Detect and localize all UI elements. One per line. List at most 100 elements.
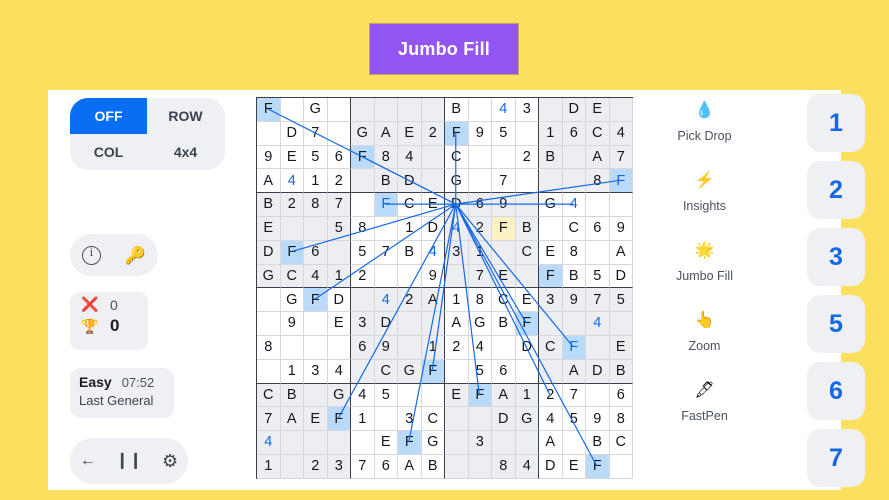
grid-cell-r9c16[interactable]: 5 — [609, 288, 633, 313]
grid-cell-r15c12[interactable] — [515, 431, 539, 455]
grid-cell-r8c10[interactable]: 7 — [468, 264, 492, 289]
grid-cell-r9c3[interactable]: F — [304, 288, 328, 313]
grid-cell-r15c7[interactable]: F — [398, 431, 422, 455]
grid-cell-r8c6[interactable] — [374, 264, 398, 289]
grid-cell-r7c12[interactable]: C — [515, 240, 539, 265]
grid-cell-r1c1[interactable]: F — [257, 98, 281, 122]
grid-cell-r13c5[interactable]: 4 — [351, 383, 375, 408]
grid-cell-r14c14[interactable]: 5 — [562, 407, 586, 432]
grid-cell-r12c2[interactable]: 1 — [280, 359, 304, 384]
grid-cell-r2c11[interactable]: 5 — [492, 121, 516, 146]
grid-cell-r2c10[interactable]: 9 — [468, 121, 492, 146]
grid-cell-r12c7[interactable]: G — [398, 359, 422, 384]
grid-cell-r2c2[interactable]: D — [280, 121, 304, 146]
tool-fastpen[interactable]: 🖋 FastPen — [652, 374, 757, 432]
grid-cell-r5c6[interactable]: F — [374, 193, 398, 217]
grid-cell-r12c9[interactable] — [445, 359, 469, 384]
grid-cell-r7c5[interactable]: 5 — [351, 240, 375, 265]
grid-cell-r7c4[interactable] — [327, 240, 351, 265]
grid-cell-r15c16[interactable]: C — [609, 431, 633, 455]
grid-cell-r16c10[interactable] — [468, 455, 492, 479]
number-button-2[interactable]: 2 — [807, 161, 865, 219]
grid-cell-r16c8[interactable]: B — [421, 455, 445, 479]
grid-cell-r6c2[interactable] — [280, 217, 304, 241]
gear-icon[interactable]: ⚙ — [162, 452, 178, 470]
grid-cell-r16c12[interactable]: 4 — [515, 455, 539, 479]
sudoku-grid-wrapper[interactable]: FGB43DED7GAE2F9516C49E56F84C2BA7A412BDG7… — [256, 97, 633, 479]
grid-cell-r11c1[interactable]: 8 — [257, 336, 281, 360]
grid-cell-r1c6[interactable] — [374, 98, 398, 122]
grid-cell-r16c15[interactable]: F — [586, 455, 610, 479]
grid-cell-r4c5[interactable] — [351, 169, 375, 194]
grid-cell-r9c10[interactable]: 8 — [468, 288, 492, 313]
grid-cell-r13c4[interactable]: G — [327, 383, 351, 408]
grid-cell-r14c9[interactable] — [445, 407, 469, 432]
grid-cell-r8c9[interactable] — [445, 264, 469, 289]
grid-cell-r6c12[interactable]: B — [515, 217, 539, 241]
grid-cell-r10c9[interactable]: A — [445, 312, 469, 336]
grid-cell-r13c15[interactable] — [586, 383, 610, 408]
grid-cell-r10c2[interactable]: 9 — [280, 312, 304, 336]
grid-cell-r14c5[interactable]: 1 — [351, 407, 375, 432]
grid-cell-r15c9[interactable] — [445, 431, 469, 455]
grid-cell-r1c3[interactable]: G — [304, 98, 328, 122]
grid-cell-r3c11[interactable] — [492, 145, 516, 170]
grid-cell-r9c15[interactable]: 7 — [586, 288, 610, 313]
grid-cell-r14c6[interactable] — [374, 407, 398, 432]
grid-cell-r1c12[interactable]: 3 — [515, 98, 539, 122]
grid-cell-r15c3[interactable] — [304, 431, 328, 455]
grid-cell-r16c9[interactable] — [445, 455, 469, 479]
grid-cell-r12c15[interactable]: D — [586, 359, 610, 384]
grid-cell-r10c13[interactable] — [539, 312, 563, 336]
grid-cell-r7c2[interactable]: F — [280, 240, 304, 265]
grid-cell-r12c1[interactable] — [257, 359, 281, 384]
grid-cell-r12c13[interactable] — [539, 359, 563, 384]
grid-cell-r11c14[interactable]: F — [562, 336, 586, 360]
info-icon[interactable] — [81, 244, 101, 265]
tool-zoom[interactable]: 👆 Zoom — [652, 304, 757, 362]
grid-cell-r6c7[interactable]: 1 — [398, 217, 422, 241]
grid-cell-r10c14[interactable] — [562, 312, 586, 336]
grid-cell-r16c6[interactable]: 6 — [374, 455, 398, 479]
tool-pick-drop[interactable]: 💧 Pick Drop — [652, 94, 757, 152]
grid-cell-r15c4[interactable] — [327, 431, 351, 455]
grid-cell-r13c7[interactable] — [398, 383, 422, 408]
grid-cell-r14c7[interactable]: 3 — [398, 407, 422, 432]
grid-cell-r8c16[interactable]: D — [609, 264, 633, 289]
grid-cell-r6c15[interactable]: 6 — [586, 217, 610, 241]
grid-cell-r1c16[interactable] — [609, 98, 633, 122]
grid-cell-r9c13[interactable]: 3 — [539, 288, 563, 313]
grid-cell-r16c5[interactable]: 7 — [351, 455, 375, 479]
grid-cell-r11c10[interactable]: 4 — [468, 336, 492, 360]
grid-cell-r12c4[interactable]: 4 — [327, 359, 351, 384]
grid-cell-r16c4[interactable]: 3 — [327, 455, 351, 479]
grid-cell-r13c10[interactable]: F — [468, 383, 492, 408]
grid-cell-r4c8[interactable] — [421, 169, 445, 194]
grid-cell-r7c14[interactable]: 8 — [562, 240, 586, 265]
grid-cell-r1c14[interactable]: D — [562, 98, 586, 122]
grid-cell-r13c3[interactable] — [304, 383, 328, 408]
grid-cell-r10c11[interactable]: B — [492, 312, 516, 336]
grid-cell-r10c3[interactable] — [304, 312, 328, 336]
grid-cell-r15c8[interactable]: G — [421, 431, 445, 455]
grid-cell-r2c12[interactable] — [515, 121, 539, 146]
grid-cell-r10c15[interactable]: 4 — [586, 312, 610, 336]
grid-cell-r6c4[interactable]: 5 — [327, 217, 351, 241]
grid-cell-r4c3[interactable]: 1 — [304, 169, 328, 194]
grid-cell-r7c9[interactable]: 3 — [445, 240, 469, 265]
grid-cell-r5c15[interactable] — [586, 193, 610, 217]
grid-cell-r4c4[interactable]: 2 — [327, 169, 351, 194]
grid-cell-r5c4[interactable]: 7 — [327, 193, 351, 217]
grid-cell-r9c4[interactable]: D — [327, 288, 351, 313]
grid-cell-r11c4[interactable] — [327, 336, 351, 360]
grid-cell-r3c7[interactable]: 4 — [398, 145, 422, 170]
grid-cell-r12c10[interactable]: 5 — [468, 359, 492, 384]
grid-cell-r8c1[interactable]: G — [257, 264, 281, 289]
grid-cell-r8c13[interactable]: F — [539, 264, 563, 289]
grid-cell-r11c7[interactable] — [398, 336, 422, 360]
grid-cell-r10c12[interactable]: F — [515, 312, 539, 336]
grid-cell-r14c15[interactable]: 9 — [586, 407, 610, 432]
grid-cell-r9c7[interactable]: 2 — [398, 288, 422, 313]
grid-cell-r5c11[interactable]: 9 — [492, 193, 516, 217]
grid-cell-r8c11[interactable]: E — [492, 264, 516, 289]
